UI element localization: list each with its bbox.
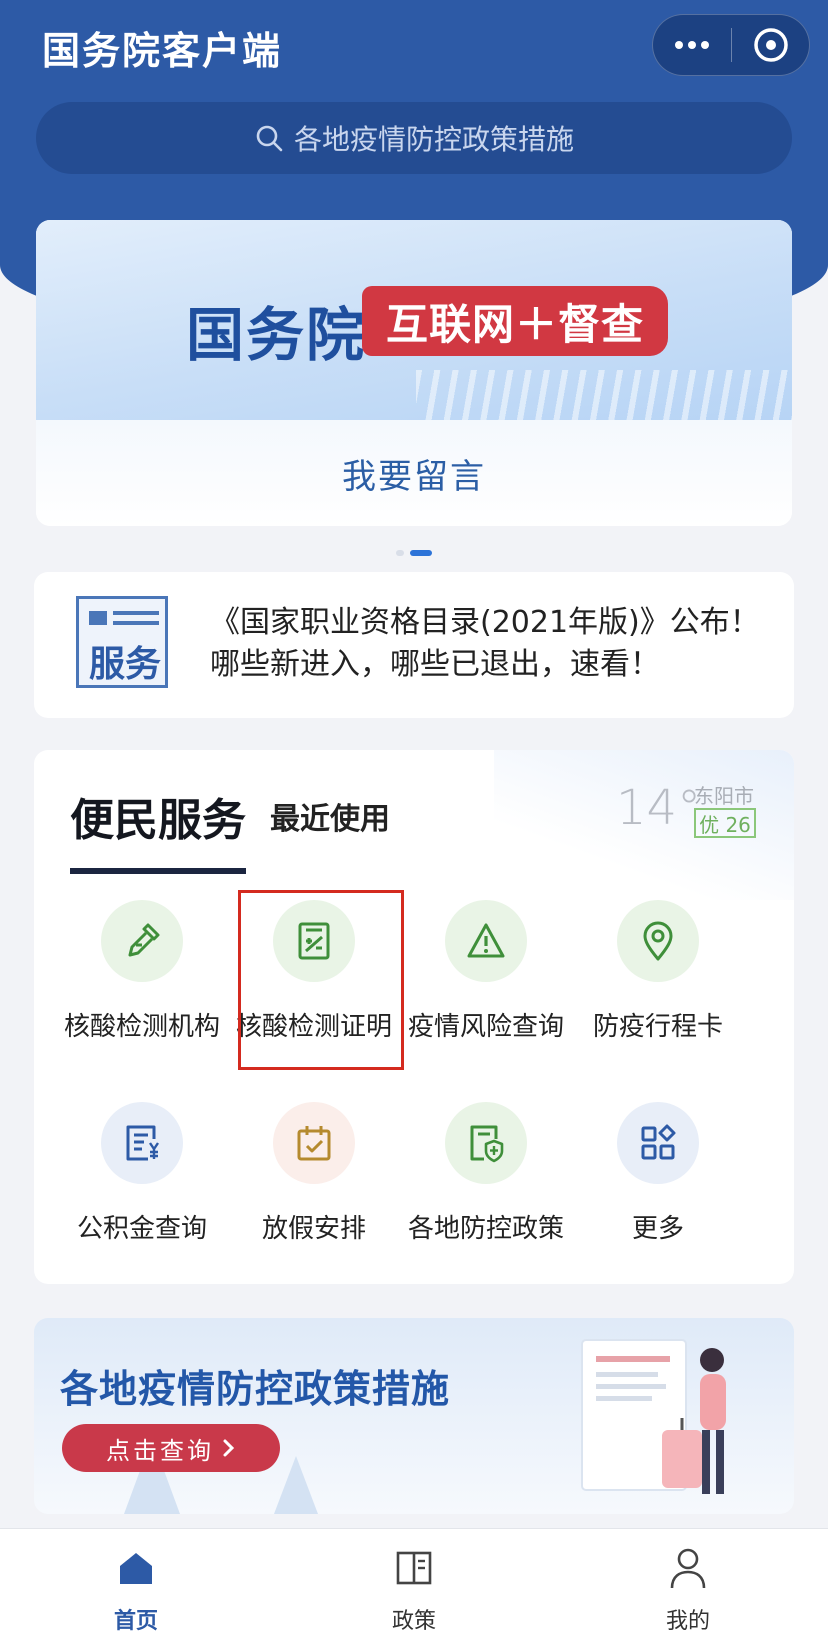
service-badge-icon: 服务 <box>76 596 168 688</box>
bottom-tab-bar: 首页 政策 我的 <box>0 1528 828 1648</box>
search-icon <box>256 125 283 152</box>
query-now-button[interactable]: 点击查询 <box>62 1424 280 1472</box>
weather-temperature: 14° <box>616 780 702 836</box>
search-placeholder: 各地疫情防控政策措施 <box>293 123 574 156</box>
service-label: 防疫行程卡 <box>592 1012 723 1042</box>
service-travel-card[interactable]: 防疫行程卡 <box>572 900 744 1070</box>
banner-decoration <box>416 370 792 420</box>
shield-document-icon <box>445 1102 527 1184</box>
close-circle-icon[interactable] <box>732 15 809 75</box>
tab-label: 政策 <box>391 1609 436 1634</box>
tab-mine[interactable]: 我的 <box>628 1543 748 1635</box>
news-headline[interactable]: 《国家职业资格目录(2021年版)》公布！哪些新进入，哪些已退出，速看！ <box>210 602 770 686</box>
carousel-indicator <box>396 550 432 556</box>
service-local-prevention-policies[interactable]: 各地防控政策 <box>400 1102 572 1272</box>
service-holiday-schedule[interactable]: 放假安排 <box>228 1102 400 1272</box>
tab-label: 首页 <box>113 1609 158 1634</box>
banner-link-area[interactable]: 我要留言 <box>36 420 792 526</box>
tab-policy[interactable]: 政策 <box>354 1543 474 1635</box>
calendar-check-icon <box>273 1102 355 1184</box>
user-icon <box>628 1543 748 1593</box>
service-label: 更多 <box>631 1214 684 1244</box>
home-icon <box>76 1543 196 1593</box>
warning-icon <box>445 900 527 982</box>
tab-home[interactable]: 首页 <box>76 1543 196 1635</box>
service-housing-fund-query[interactable]: 公积金查询 <box>56 1102 228 1272</box>
mini-program-capsule <box>652 14 810 76</box>
chevron-right-icon <box>223 1439 235 1457</box>
book-icon <box>354 1543 474 1593</box>
convenience-services-card: 便民服务 最近使用 14° 东阳市 优 26 核酸检测机构 核酸检测证明 疫情风… <box>34 750 794 1284</box>
more-dots-icon[interactable] <box>653 15 731 75</box>
service-nucleic-test-sites[interactable]: 核酸检测机构 <box>56 900 228 1070</box>
promo-illustration <box>124 1339 726 1514</box>
dropper-icon <box>101 900 183 982</box>
service-epidemic-risk-query[interactable]: 疫情风险查询 <box>400 900 572 1070</box>
grid-more-icon <box>617 1102 699 1184</box>
service-label: 放假安排 <box>261 1214 366 1244</box>
service-more[interactable]: 更多 <box>572 1102 744 1272</box>
query-button-label: 点击查询 <box>106 1436 214 1465</box>
fund-document-icon <box>101 1102 183 1184</box>
tab-label: 我的 <box>665 1609 710 1634</box>
location-pin-icon <box>617 900 699 982</box>
banner-tag: 互联网＋督查 <box>362 286 669 356</box>
banner-brand-text: 国务院 <box>186 301 367 369</box>
leave-message-link[interactable]: 我要留言 <box>342 449 486 498</box>
service-label: 核酸检测机构 <box>63 1012 220 1042</box>
promo-title: 各地疫情防控政策措施 <box>60 1367 451 1411</box>
service-badge-text: 服务 <box>88 644 161 685</box>
app-title: 国务院客户端 <box>42 29 283 73</box>
search-bar[interactable]: 各地疫情防控政策措施 <box>36 102 792 174</box>
active-tab-underline <box>70 868 246 874</box>
banner-carousel[interactable]: 国务院 互联网＋督查 我要留言 <box>36 220 792 526</box>
service-label: 疫情风险查询 <box>407 1012 564 1042</box>
air-quality-badge: 优 26 <box>694 808 756 838</box>
carousel-dot-active <box>410 550 432 556</box>
tab-convenience-services[interactable]: 便民服务 <box>70 784 246 848</box>
carousel-dot <box>396 550 404 556</box>
highlight-box <box>238 890 404 1070</box>
service-label: 各地防控政策 <box>407 1214 564 1244</box>
banner-image: 国务院 互联网＋督查 <box>36 220 792 420</box>
news-card[interactable]: 服务 《国家职业资格目录(2021年版)》公布！哪些新进入，哪些已退出，速看！ <box>34 572 794 718</box>
weather-city: 东阳市 <box>694 784 754 808</box>
service-label: 公积金查询 <box>76 1214 207 1244</box>
promo-banner[interactable]: 各地疫情防控政策措施 点击查询 <box>34 1318 794 1514</box>
tab-recently-used[interactable]: 最近使用 <box>270 794 390 838</box>
